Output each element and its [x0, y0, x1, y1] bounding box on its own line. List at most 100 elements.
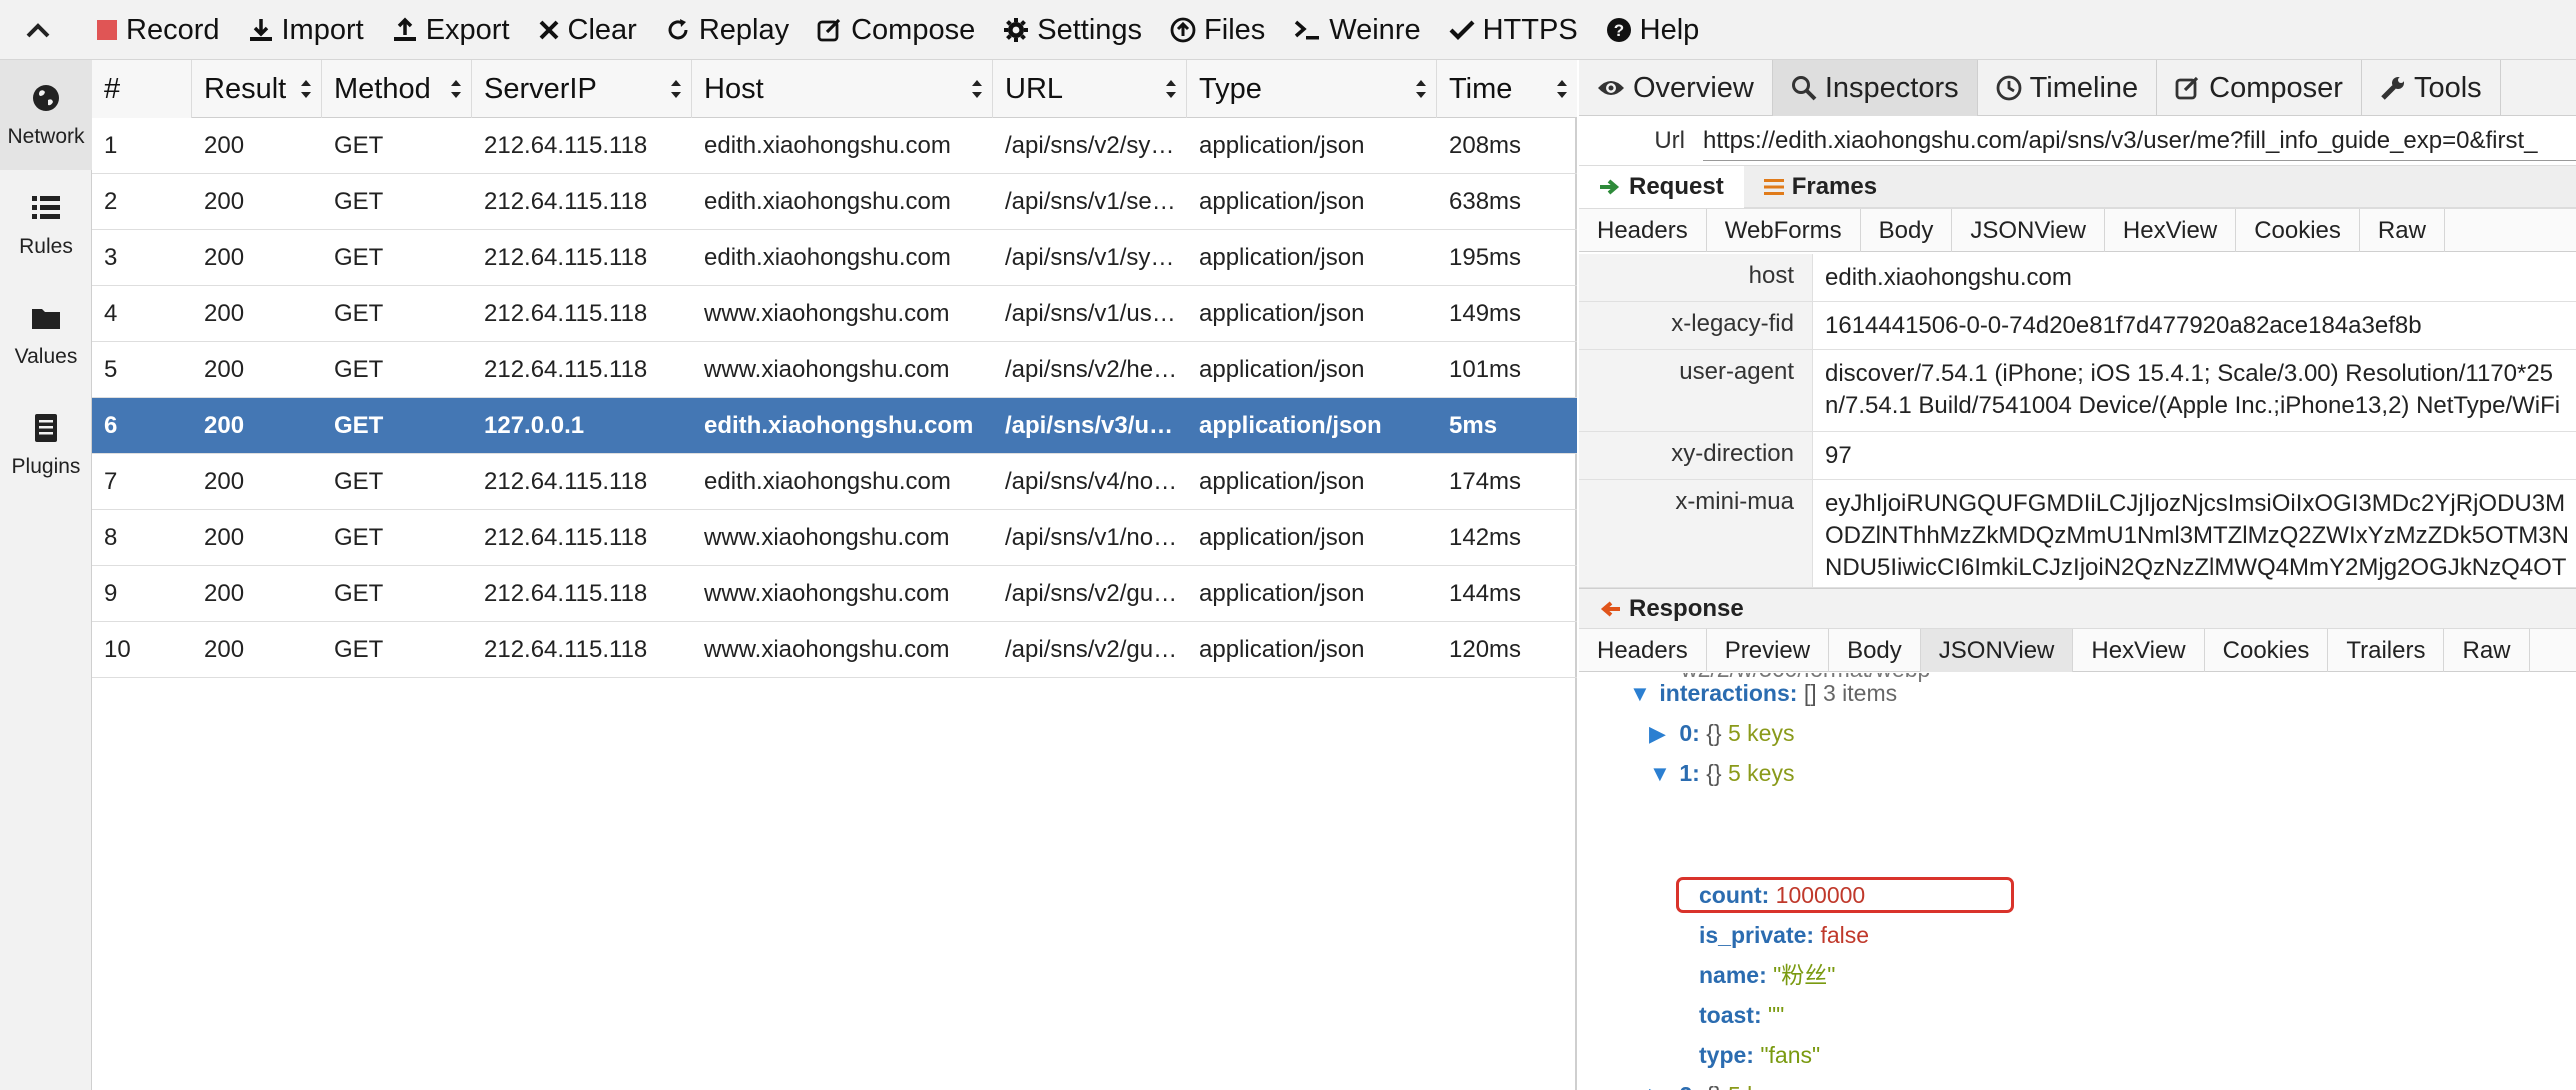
column-header-method[interactable]: Method	[322, 60, 472, 118]
cell-ip: 212.64.115.118	[484, 188, 648, 215]
table-row[interactable]: 4 200 GET 212.64.115.118 www.xiaohongshu.com…	[92, 286, 1577, 342]
collapsed-triangle-icon: ▶	[1649, 721, 1666, 746]
response-tab-cookies[interactable]: Cookies	[2205, 629, 2329, 672]
json-node-item-2[interactable]: ▶ 2: {} 5 keys	[1649, 1077, 1794, 1090]
tab-inspectors[interactable]: Inspectors	[1772, 60, 1978, 116]
tab-composer[interactable]: Composer	[2157, 60, 2362, 116]
import-icon	[249, 19, 272, 41]
request-tab-cookies[interactable]: Cookies	[2236, 209, 2360, 252]
column-header-result[interactable]: Result	[192, 60, 322, 118]
table-row[interactable]: 7 200 GET 212.64.115.118 edith.xiaohongshu.c…	[92, 454, 1577, 510]
column-header-type[interactable]: Type	[1187, 60, 1437, 118]
clock-icon	[1996, 75, 2022, 101]
import-button[interactable]: Import	[248, 0, 364, 60]
cell-host: edith.xiaohongshu.com	[704, 132, 951, 159]
cell-url: /api/sns/v1/us…	[1005, 300, 1176, 327]
response-label: Response	[1629, 594, 1744, 622]
question-circle-icon: ?	[1606, 18, 1631, 42]
help-label: Help	[1639, 13, 1700, 46]
sidebar-item-values[interactable]: Values	[0, 280, 92, 390]
cell-url: /api/sns/v1/no…	[1005, 524, 1178, 551]
response-tab-hexview[interactable]: HexView	[2073, 629, 2205, 672]
response-title[interactable]: Response	[1579, 595, 1744, 623]
request-tab-webforms[interactable]: WebForms	[1707, 209, 1861, 252]
export-button[interactable]: Export	[392, 0, 510, 60]
column-header-host[interactable]: Host	[692, 60, 993, 118]
header-row: user-agent discover/7.54.1 (iPhone; iOS …	[1579, 350, 2576, 432]
cell-type: application/json	[1199, 356, 1365, 383]
compose-button[interactable]: Compose	[817, 0, 975, 60]
response-tab-raw[interactable]: Raw	[2444, 629, 2530, 672]
response-tab-headers[interactable]: Headers	[1579, 629, 1707, 672]
upload-circle-icon	[1170, 17, 1196, 43]
tab-overview[interactable]: Overview	[1579, 60, 1773, 116]
response-bar: Response	[1579, 588, 2576, 628]
cell-ip: 212.64.115.118	[484, 636, 648, 663]
request-tab-hexview[interactable]: HexView	[2105, 209, 2237, 252]
record-square-icon	[97, 20, 117, 40]
replay-button[interactable]: Replay	[665, 0, 789, 60]
header-row: x-mini-mua eyJhIjoiRUNGQUFGMDIiLCJjIjozN…	[1579, 480, 2576, 588]
column-header-time[interactable]: Time	[1437, 60, 1577, 118]
json-tree-view[interactable]: w2/2/w/360/format/webp ▼ interactions: […	[1579, 673, 2576, 1090]
files-button[interactable]: Files	[1170, 0, 1265, 60]
tab-label: Inspectors	[1824, 71, 1959, 104]
weinre-button[interactable]: Weinre	[1293, 0, 1421, 60]
cell-method: GET	[334, 468, 384, 495]
sort-icon	[1416, 80, 1426, 98]
url-field[interactable]: https://edith.xiaohongshu.com/api/sns/v3…	[1703, 121, 2576, 161]
table-row[interactable]: 5 200 GET 212.64.115.118 www.xiaohongshu.com…	[92, 342, 1577, 398]
table-row[interactable]: 6 200 GET 127.0.0.1 edith.xiaohongshu.com/ap…	[92, 398, 1577, 454]
header-row: host edith.xiaohongshu.com	[1579, 254, 2576, 302]
json-node-item-0[interactable]: ▶ 0: {} 5 keys	[1649, 715, 1794, 751]
request-tab-jsonview[interactable]: JSONView	[1952, 209, 2105, 252]
table-row[interactable]: 2 200 GET 212.64.115.118 edith.xiaohongshu.c…	[92, 174, 1577, 230]
json-node-interactions[interactable]: ▼ interactions: [] 3 items	[1629, 675, 1897, 711]
table-row[interactable]: 8 200 GET 212.64.115.118 www.xiaohongshu.com…	[92, 510, 1577, 566]
frames-tab[interactable]: Frames	[1744, 166, 1897, 208]
help-button[interactable]: ? Help	[1606, 0, 1700, 60]
table-row[interactable]: 9 200 GET 212.64.115.118 www.xiaohongshu.com…	[92, 566, 1577, 622]
settings-button[interactable]: Settings	[1003, 0, 1142, 60]
request-tab[interactable]: Request	[1579, 165, 1744, 208]
json-brace: []	[1803, 680, 1817, 706]
table-row[interactable]: 1 200 GET 212.64.115.118 edith.xiaohongshu.c…	[92, 118, 1577, 174]
cell-result: 200	[204, 524, 245, 551]
network-panel: # Result Method ServerIP Host URL Type T…	[92, 60, 1577, 1090]
chevron-up-icon	[26, 23, 50, 38]
response-tab-jsonview[interactable]: JSONView	[1920, 629, 2074, 672]
collapse-toolbar-button[interactable]	[0, 0, 76, 60]
response-tab-preview[interactable]: Preview	[1707, 629, 1830, 672]
response-tab-body[interactable]: Body	[1829, 629, 1921, 672]
response-tab-trailers[interactable]: Trailers	[2328, 629, 2445, 672]
sidebar-item-rules[interactable]: Rules	[0, 170, 92, 280]
export-icon	[393, 17, 416, 41]
cell-host: edith.xiaohongshu.com	[704, 244, 951, 271]
tab-timeline[interactable]: Timeline	[1978, 60, 2158, 116]
column-label: Result	[204, 72, 287, 105]
header-row: x-legacy-fid 1614441506-0-0-74d20e81f7d4…	[1579, 302, 2576, 350]
cell-method: GET	[334, 244, 384, 271]
sidebar-item-plugins[interactable]: Plugins	[0, 390, 92, 500]
cell-time: 174ms	[1449, 468, 1522, 495]
header-value: discover/7.54.1 (iPhone; iOS 15.4.1; Sca…	[1825, 360, 2561, 419]
tab-label: Composer	[2209, 71, 2343, 104]
column-header-serverip[interactable]: ServerIP	[472, 60, 692, 118]
tab-tools[interactable]: Tools	[2362, 60, 2501, 116]
clear-button[interactable]: Clear	[538, 0, 637, 60]
request-tab-body[interactable]: Body	[1861, 209, 1953, 252]
sidebar-item-network[interactable]: Network	[0, 60, 92, 170]
record-button[interactable]: Record	[96, 0, 220, 60]
request-tab-headers[interactable]: Headers	[1579, 209, 1707, 252]
column-header-number[interactable]: #	[92, 60, 192, 118]
column-label: Type	[1199, 72, 1262, 105]
column-header-url[interactable]: URL	[993, 60, 1187, 118]
json-key: 2:	[1679, 1082, 1699, 1090]
table-row[interactable]: 10 200 GET 212.64.115.118 www.xiaohongshu.co…	[92, 622, 1577, 678]
https-button[interactable]: HTTPS	[1449, 0, 1578, 60]
request-tab-raw[interactable]: Raw	[2360, 209, 2445, 252]
json-node-item-1[interactable]: ▼ 1: {} 5 keys	[1649, 755, 1794, 791]
table-row[interactable]: 3 200 GET 212.64.115.118 edith.xiaohongshu.c…	[92, 230, 1577, 286]
sort-icon	[1557, 80, 1567, 98]
document-list-icon	[35, 414, 57, 442]
